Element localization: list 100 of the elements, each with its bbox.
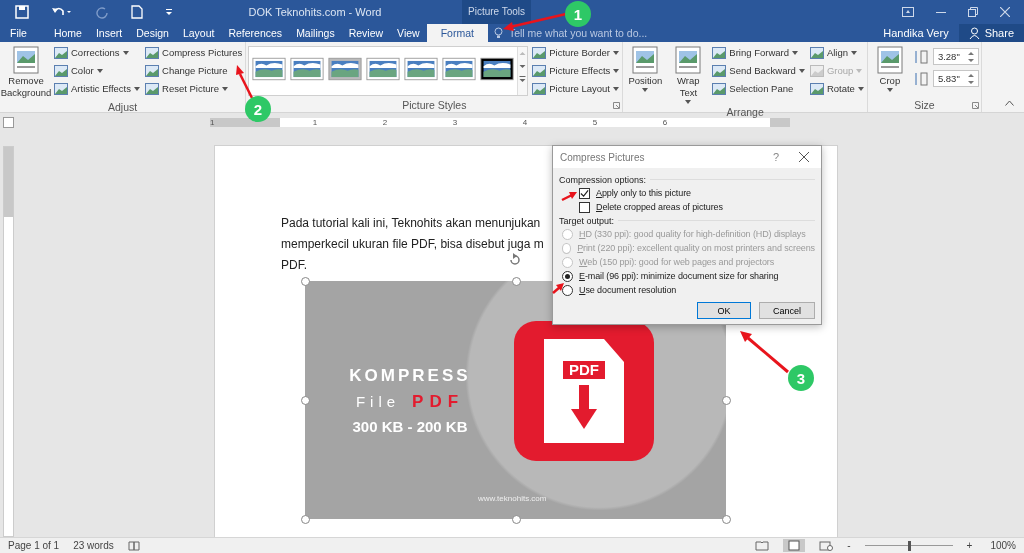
picture-sizes: 300 KB - 200 KB: [352, 417, 468, 435]
picture-style-thumbnail[interactable]: [366, 55, 401, 83]
ribbon-tab[interactable]: Design: [129, 24, 176, 42]
tab-selector-icon[interactable]: [3, 116, 14, 128]
picture-style-thumbnail[interactable]: [480, 55, 515, 83]
word-count[interactable]: 23 words: [73, 540, 114, 551]
down-arrow-icon: [571, 385, 597, 429]
page-count[interactable]: Page 1 of 1: [8, 540, 60, 551]
ribbon-button[interactable]: Color: [53, 62, 141, 79]
read-mode-icon[interactable]: [755, 540, 770, 551]
checkbox-option[interactable]: Delete cropped areas of pictures: [559, 200, 815, 214]
spin-field[interactable]: 5.83": [932, 70, 979, 87]
collapse-ribbon-icon[interactable]: [1005, 100, 1014, 106]
ribbon-button[interactable]: Picture Layout: [531, 80, 621, 97]
ribbon-button[interactable]: Bring Forward: [711, 44, 806, 61]
ribbon-tab[interactable]: Insert: [88, 24, 130, 42]
ribbon-tab[interactable]: Home: [46, 24, 89, 42]
ribbon-tab[interactable]: View: [390, 24, 427, 42]
resize-handle[interactable]: [722, 515, 731, 524]
print-layout-icon[interactable]: [783, 539, 806, 552]
picture-icon: [712, 64, 727, 77]
group-label: Size: [914, 99, 935, 112]
picture-icon: [809, 82, 824, 95]
zoom-slider-thumb[interactable]: [907, 540, 911, 551]
ribbon-tab[interactable]: Format: [426, 24, 488, 42]
group-label: Arrange: [726, 106, 764, 118]
spin-field[interactable]: 3.28": [932, 48, 979, 65]
rotate-handle-icon[interactable]: [508, 253, 522, 267]
ribbon-button[interactable]: Artistic Effects: [53, 80, 141, 97]
picture-icon: [145, 64, 159, 77]
restore-icon[interactable]: [968, 7, 978, 17]
radio-option[interactable]: E-mail (96 ppi): minimize document size for sharing: [559, 269, 815, 283]
picture-style-thumbnail[interactable]: [442, 55, 477, 83]
ribbon-button[interactable]: Selection Pane: [711, 80, 806, 97]
proofing-icon[interactable]: [127, 540, 140, 551]
ruler-number: 3: [451, 117, 459, 127]
resize-handle[interactable]: [722, 396, 731, 405]
ribbon-button[interactable]: Picture Border: [531, 44, 621, 61]
spin-arrows-icon[interactable]: [967, 50, 974, 63]
picture-icon: [712, 46, 727, 59]
caret-icon: [96, 68, 103, 73]
ribbon-button[interactable]: Align: [808, 44, 865, 61]
ruler-number: 4: [521, 117, 529, 127]
zoom-level[interactable]: 100%: [990, 540, 1016, 551]
zoom-out-button[interactable]: -: [847, 540, 851, 551]
ribbon-button[interactable]: Rotate: [808, 80, 865, 97]
web-layout-icon[interactable]: [819, 540, 834, 551]
resize-handle[interactable]: [511, 515, 521, 524]
picture-style-thumbnail[interactable]: [404, 55, 439, 83]
cancel-button[interactable]: Cancel: [759, 302, 815, 319]
spin-arrows-icon[interactable]: [967, 72, 974, 85]
zoom-in-button[interactable]: +: [966, 540, 973, 551]
checkbox[interactable]: [579, 187, 590, 199]
caret-icon: [685, 100, 692, 104]
redo-icon[interactable]: [95, 5, 109, 19]
ruler-number: 1: [311, 117, 319, 127]
dialog-launcher-icon[interactable]: [613, 102, 621, 109]
ribbon-button[interactable]: Wrap Text: [668, 44, 709, 106]
ribbon-button[interactable]: Remove Background: [2, 44, 50, 101]
ribbon-tab[interactable]: Mailings: [289, 24, 342, 42]
picture-style-thumbnail[interactable]: [290, 55, 325, 83]
paragraph-line: memperkecil ukuran file PDF, bisa disebut juga m: [281, 236, 544, 253]
resize-handle[interactable]: [301, 396, 310, 405]
ribbon-button[interactable]: Corrections: [53, 44, 141, 61]
save-icon[interactable]: [15, 5, 29, 19]
ribbon-tab[interactable]: Review: [341, 24, 391, 42]
ribbon-tab[interactable]: References: [221, 24, 290, 42]
checkbox[interactable]: [579, 201, 590, 213]
close-icon[interactable]: [799, 152, 809, 162]
customize-caret-icon[interactable]: [165, 8, 173, 16]
ribbon-button[interactable]: Compress Pictures: [144, 44, 244, 61]
picture-style-thumbnail[interactable]: [252, 55, 287, 83]
section-heading: Target output:: [559, 215, 615, 226]
ribbon-button[interactable]: Crop: [869, 44, 910, 94]
ribbon-button[interactable]: Picture Effects: [531, 62, 621, 79]
help-button[interactable]: ?: [772, 151, 779, 163]
picture-style-thumbnail[interactable]: [328, 55, 363, 83]
ok-button[interactable]: OK: [697, 302, 751, 319]
new-document-icon[interactable]: [131, 5, 143, 19]
ribbon-button[interactable]: Reset Picture: [144, 80, 244, 97]
checkbox-option[interactable]: Apply only to this picture: [559, 186, 815, 200]
horizontal-ruler[interactable]: 1 1 2 3 4 5 6: [210, 117, 790, 127]
dialog-launcher-icon[interactable]: [971, 102, 979, 109]
caret-icon: [792, 50, 798, 55]
ribbon-display-icon[interactable]: [902, 7, 914, 17]
ribbon-tab[interactable]: File: [0, 24, 47, 42]
resize-handle[interactable]: [301, 277, 310, 286]
ribbon-tab[interactable]: Layout: [175, 24, 222, 42]
caret-icon: [134, 86, 140, 91]
picture-icon: [13, 46, 39, 74]
annotation-arrow: [552, 283, 564, 294]
ribbon-button[interactable]: Position: [625, 44, 666, 94]
resize-handle[interactable]: [511, 277, 521, 286]
window-title: DOK Teknohits.com - Word: [247, 6, 383, 18]
user-name[interactable]: Handika Very: [883, 27, 949, 39]
ribbon-button[interactable]: Send Backward: [711, 62, 806, 79]
ruler-number: 2: [381, 117, 389, 127]
share-button[interactable]: Share: [958, 24, 1024, 42]
radio-button[interactable]: [562, 270, 573, 282]
resize-handle[interactable]: [301, 515, 310, 524]
